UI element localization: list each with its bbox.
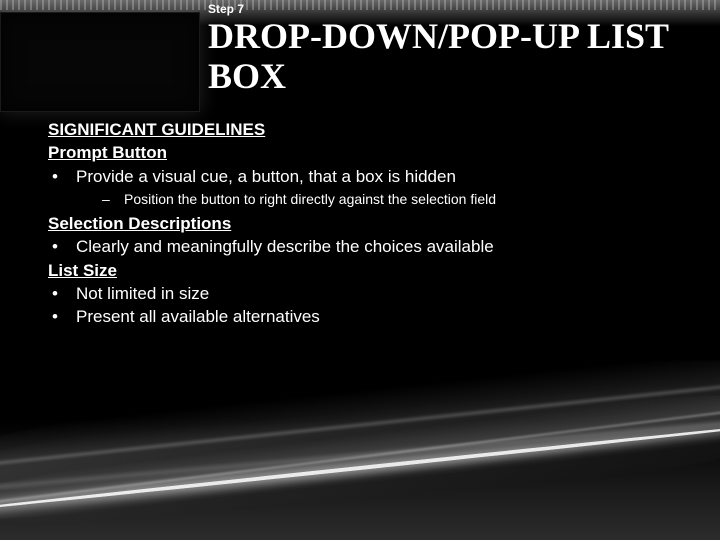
step-label: Step 7 — [208, 2, 244, 16]
sub-bullet-text: Position the button to right directly ag… — [124, 190, 496, 209]
heading-list-size: List Size — [48, 259, 680, 282]
heading-prompt-button: Prompt Button — [48, 141, 680, 164]
heading-significant-guidelines: SIGNIFICANT GUIDELINES — [48, 118, 680, 141]
sub-bullet-item: – Position the button to right directly … — [48, 190, 680, 209]
bullet-text: Clearly and meaningfully describe the ch… — [76, 235, 680, 258]
top-left-accent-square — [0, 12, 200, 112]
top-tick-marks — [0, 0, 720, 10]
bullet-dot-icon: • — [48, 235, 76, 258]
bullet-item: • Clearly and meaningfully describe the … — [48, 235, 680, 258]
bullet-item: • Not limited in size — [48, 282, 680, 305]
bullet-dot-icon: • — [48, 282, 76, 305]
slide-content: SIGNIFICANT GUIDELINES Prompt Button • P… — [48, 118, 680, 329]
bullet-text: Not limited in size — [76, 282, 680, 305]
bottom-gradient — [0, 420, 720, 540]
bullet-item: • Provide a visual cue, a button, that a… — [48, 165, 680, 188]
heading-selection-descriptions: Selection Descriptions — [48, 212, 680, 235]
sub-bullet-dash-icon: – — [102, 190, 124, 209]
bullet-item: • Present all available alternatives — [48, 305, 680, 328]
bullet-dot-icon: • — [48, 165, 76, 188]
bullet-dot-icon: • — [48, 305, 76, 328]
bullet-text: Provide a visual cue, a button, that a b… — [76, 165, 680, 188]
bullet-text: Present all available alternatives — [76, 305, 680, 328]
slide-title: DROP-DOWN/POP-UP LIST BOX — [208, 16, 700, 97]
